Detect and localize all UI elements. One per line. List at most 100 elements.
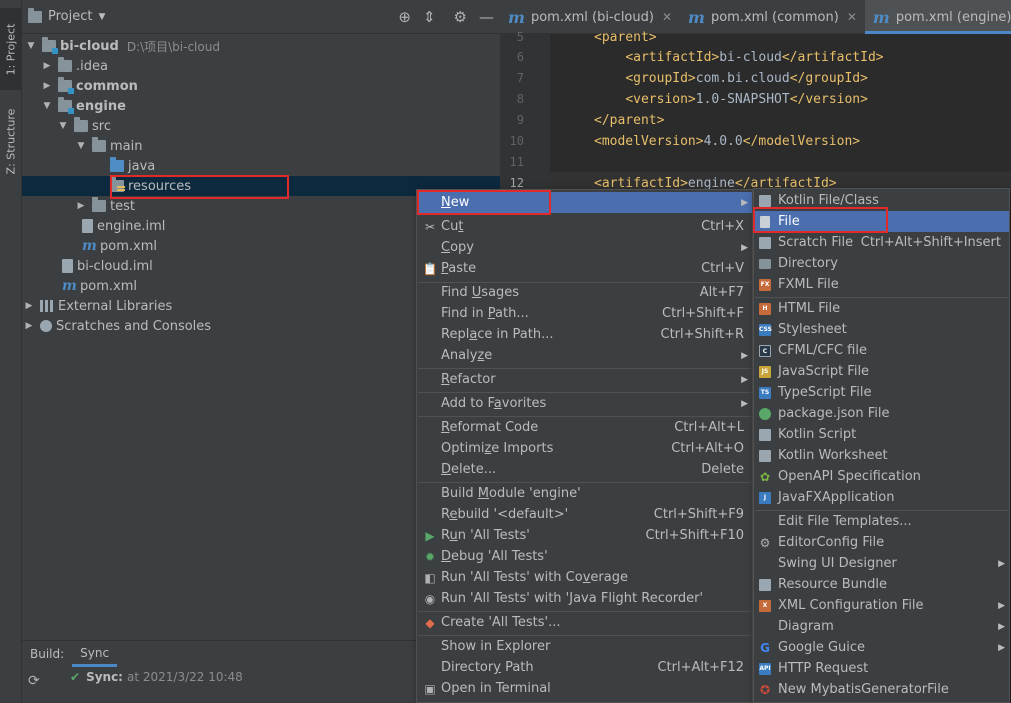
submenu-arrow-icon: ▶ [998, 621, 1005, 632]
google-icon: G [760, 640, 770, 655]
maven-icon: m [82, 238, 97, 254]
chevron-down-icon[interactable]: ▼ [42, 101, 52, 111]
submenu-item-xml-config[interactable]: X XML Configuration File ▶ [754, 595, 1009, 616]
chevron-right-icon[interactable]: ▶ [24, 321, 34, 331]
menu-item-open-in-terminal[interactable]: ▣ Open in Terminal [417, 678, 752, 699]
submenu-item-http-request[interactable]: API HTTP Request [754, 658, 1009, 679]
code-line[interactable]: <artifactId>bi-cloud</artifactId> [594, 50, 883, 65]
submenu-item-kotlin-file[interactable]: Kotlin File/Class [754, 190, 1009, 211]
submenu-item-file[interactable]: File [754, 211, 1009, 232]
submenu-item-javafx-application[interactable]: J JavaFXApplication [754, 487, 1009, 508]
kotlin-worksheet-icon [758, 449, 772, 463]
submenu-item-scratch-file[interactable]: Scratch File Ctrl+Alt+Shift+Insert [754, 232, 1009, 253]
project-panel-title[interactable]: Project [48, 9, 92, 24]
submenu-item-stylesheet[interactable]: CSS Stylesheet [754, 319, 1009, 340]
menu-item-show-in-explorer[interactable]: Show in Explorer [417, 636, 752, 657]
chevron-right-icon[interactable]: ▶ [76, 201, 86, 211]
tree-item-src[interactable]: ▼ src [22, 116, 500, 136]
menu-item-optimize-imports[interactable]: Optimize Imports Ctrl+Alt+O [417, 438, 752, 459]
menu-item-build-module[interactable]: Build Module 'engine' [417, 483, 752, 504]
tree-item-path: D:\项目\bi-cloud [126, 39, 220, 54]
tab-sync[interactable]: Sync [72, 641, 118, 667]
sync-status[interactable]: ✔ Sync: at 2021/3/22 10:48 [70, 670, 243, 684]
menu-item-run-with-jfr[interactable]: ◉ Run 'All Tests' with 'Java Flight Recor… [417, 588, 752, 609]
chevron-right-icon[interactable]: ▶ [24, 301, 34, 311]
tab-pom-engine[interactable]: mpom.xml (engine)✕ [864, 0, 1011, 34]
tree-item-engine[interactable]: ▼ engine [22, 96, 500, 116]
project-tool-tab[interactable]: 1: Project [0, 8, 22, 90]
menu-item-find-usages[interactable]: Find Usages Alt+F7 [417, 282, 752, 303]
submenu-item-kotlin-script[interactable]: Kotlin Script [754, 424, 1009, 445]
http-request-icon: API [758, 662, 772, 676]
submenu-item-editorconfig[interactable]: ⚙ EditorConfig File [754, 532, 1009, 553]
line-number: 7 [516, 71, 524, 85]
menu-item-replace-in-path[interactable]: Replace in Path... Ctrl+Shift+R [417, 324, 752, 345]
code-line[interactable]: <groupId>com.bi.cloud</groupId> [594, 71, 868, 86]
minimize-icon[interactable]: — [479, 8, 494, 26]
submenu-item-kotlin-worksheet[interactable]: Kotlin Worksheet [754, 445, 1009, 466]
tree-item-main[interactable]: ▼ main [22, 136, 500, 156]
menu-item-directory-path[interactable]: Directory Path Ctrl+Alt+F12 [417, 657, 752, 678]
menu-item-cut[interactable]: ✂ Cut Ctrl+X [417, 216, 752, 237]
menu-item-paste[interactable]: 📋 Paste Ctrl+V [417, 258, 752, 279]
chevron-down-icon[interactable]: ▼ [26, 41, 36, 51]
submenu-item-swing-ui-designer[interactable]: Swing UI Designer ▶ [754, 553, 1009, 574]
submenu-item-javascript-file[interactable]: JS JavaScript File [754, 361, 1009, 382]
chevron-down-icon[interactable]: ▼ [98, 12, 105, 22]
refresh-icon[interactable]: ⟳ [28, 673, 40, 689]
code-line[interactable]: <parent> [594, 30, 657, 45]
menu-item-create-all-tests[interactable]: ◆ Create 'All Tests'... [417, 612, 752, 633]
submenu-item-directory[interactable]: Directory [754, 253, 1009, 274]
tree-item-java[interactable]: java [22, 156, 500, 176]
tab-pom-bi-cloud[interactable]: m pom.xml (bi-cloud) ✕ [500, 0, 680, 34]
tree-item-label: common [76, 78, 138, 94]
tree-item-bi-cloud[interactable]: ▼ bi-cloud D:\项目\bi-cloud [22, 36, 500, 56]
submenu-item-edit-templates[interactable]: Edit File Templates... [754, 511, 1009, 532]
submenu-item-mybatis-generator[interactable]: ✪ New MybatisGeneratorFile [754, 679, 1009, 700]
close-icon[interactable]: ✕ [847, 10, 857, 24]
menu-item-copy[interactable]: Copy ▶ [417, 237, 752, 258]
structure-tool-tab[interactable]: Z: Structure [0, 100, 22, 182]
menu-item-add-to-favorites[interactable]: Add to Favorites ▶ [417, 393, 752, 414]
submenu-item-diagram[interactable]: Diagram ▶ [754, 616, 1009, 637]
submenu-item-package-json[interactable]: package.json File [754, 403, 1009, 424]
chevron-right-icon[interactable]: ▶ [42, 81, 52, 91]
code-line[interactable]: <modelVersion>4.0.0</modelVersion> [594, 134, 860, 149]
close-icon[interactable]: ✕ [662, 10, 672, 24]
chevron-down-icon[interactable]: ▼ [76, 141, 86, 151]
editor-tab-bar: m pom.xml (bi-cloud) ✕ m pom.xml (common) ✕ … [500, 0, 1011, 34]
collapse-all-icon[interactable]: ⇕ [423, 8, 436, 26]
folder-icon [92, 197, 106, 212]
locate-icon[interactable]: ⊕ [398, 8, 411, 26]
tree-item-common[interactable]: ▶ common [22, 76, 500, 96]
code-line[interactable]: </parent> [594, 113, 664, 128]
menu-item-new[interactable]: New ▶ [417, 192, 752, 213]
menu-item-delete[interactable]: Delete... Delete [417, 459, 752, 480]
shortcut: Ctrl+V [701, 261, 744, 276]
submenu-item-openapi[interactable]: ✿ OpenAPI Specification [754, 466, 1009, 487]
submenu-item-resource-bundle[interactable]: Resource Bundle [754, 574, 1009, 595]
menu-item-debug-all-tests[interactable]: ✹ Debug 'All Tests' [417, 546, 752, 567]
submenu-item-google-guice[interactable]: G Google Guice ▶ [754, 637, 1009, 658]
menu-item-run-all-tests[interactable]: ▶ Run 'All Tests' Ctrl+Shift+F10 [417, 525, 752, 546]
menu-item-rebuild[interactable]: Rebuild '<default>' Ctrl+Shift+F9 [417, 504, 752, 525]
submenu-item-typescript-file[interactable]: TS TypeScript File [754, 382, 1009, 403]
scratch-file-icon [758, 236, 772, 250]
shortcut: Ctrl+Alt+F12 [657, 660, 744, 675]
maven-icon: m [62, 278, 77, 294]
tree-item-idea[interactable]: ▶ .idea [22, 56, 500, 76]
tab-pom-common[interactable]: m pom.xml (common) ✕ [680, 0, 865, 34]
menu-item-find-in-path[interactable]: Find in Path... Ctrl+Shift+F [417, 303, 752, 324]
menu-item-run-with-coverage[interactable]: ◧ Run 'All Tests' with Coverage [417, 567, 752, 588]
code-line[interactable]: <version>1.0-SNAPSHOT</version> [594, 92, 868, 107]
chevron-down-icon[interactable]: ▼ [58, 121, 68, 131]
tab-label: pom.xml (bi-cloud) [530, 9, 654, 25]
submenu-item-fxml-file[interactable]: FX FXML File [754, 274, 1009, 295]
gear-icon[interactable]: ⚙ [454, 8, 467, 26]
menu-item-reformat-code[interactable]: Reformat Code Ctrl+Alt+L [417, 417, 752, 438]
menu-item-refactor[interactable]: Refactor ▶ [417, 369, 752, 390]
submenu-item-html-file[interactable]: H HTML File [754, 298, 1009, 319]
menu-item-analyze[interactable]: Analyze ▶ [417, 345, 752, 366]
chevron-right-icon[interactable]: ▶ [42, 61, 52, 71]
submenu-item-cfml-file[interactable]: C CFML/CFC file [754, 340, 1009, 361]
